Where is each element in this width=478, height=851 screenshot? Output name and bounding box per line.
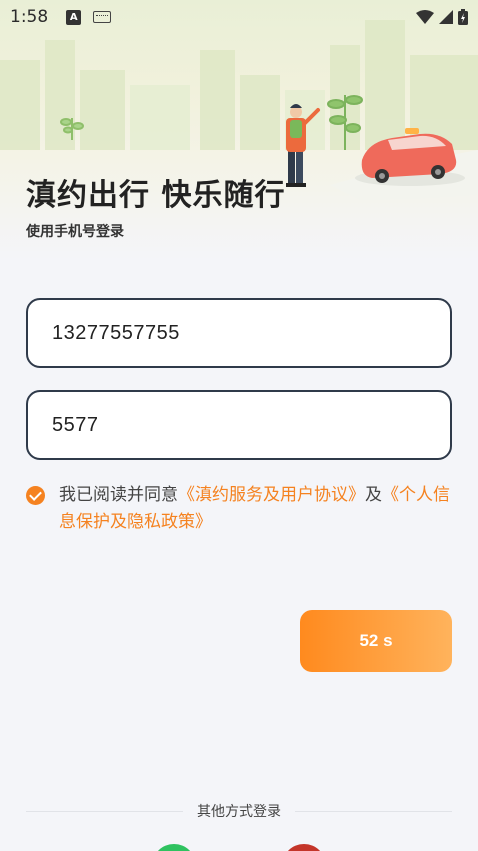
agreement-row: 我已阅读并同意《滇约服务及用户协议》及《个人信息保护及隐私政策》 [26,482,456,536]
agreement-prefix: 我已阅读并同意 [59,485,178,505]
divider-line-left [26,810,183,812]
resend-countdown-button[interactable]: 52 s [300,610,452,672]
other-login-divider: 其他方式登录 [26,800,452,822]
agreement-text: 我已阅读并同意《滇约服务及用户协议》及《个人信息保护及隐私政策》 [59,482,456,536]
service-agreement-link[interactable]: 《滇约服务及用户协议》 [178,485,365,505]
agreement-middle: 及 [365,485,382,505]
page-title: 滇约出行 快乐随行 [26,178,286,213]
divider-line-right [295,810,452,812]
notification-a-icon: A [66,9,82,25]
status-right-icons [416,9,468,25]
signal-icon [439,10,453,24]
agreement-checkbox[interactable] [26,486,45,505]
wechat-login-icon[interactable] [152,844,196,851]
code-field[interactable] [26,390,452,460]
keyboard-icon [93,11,112,23]
phone-field[interactable] [26,298,452,368]
alternate-login-icon[interactable] [282,844,326,851]
verification-code-input[interactable] [52,413,450,437]
wifi-icon [416,10,434,24]
status-time: 1:58 [10,7,49,27]
other-login-label: 其他方式登录 [197,804,281,820]
battery-charging-icon [458,9,468,25]
page-subtitle: 使用手机号登录 [26,224,124,240]
status-bar: 1:58 A [0,0,478,34]
phone-input[interactable] [52,321,450,345]
login-screen: 1:58 A 滇约出行 快乐随行 使用手机号登录 我已阅读并同意《滇约服务及用户… [0,0,478,851]
